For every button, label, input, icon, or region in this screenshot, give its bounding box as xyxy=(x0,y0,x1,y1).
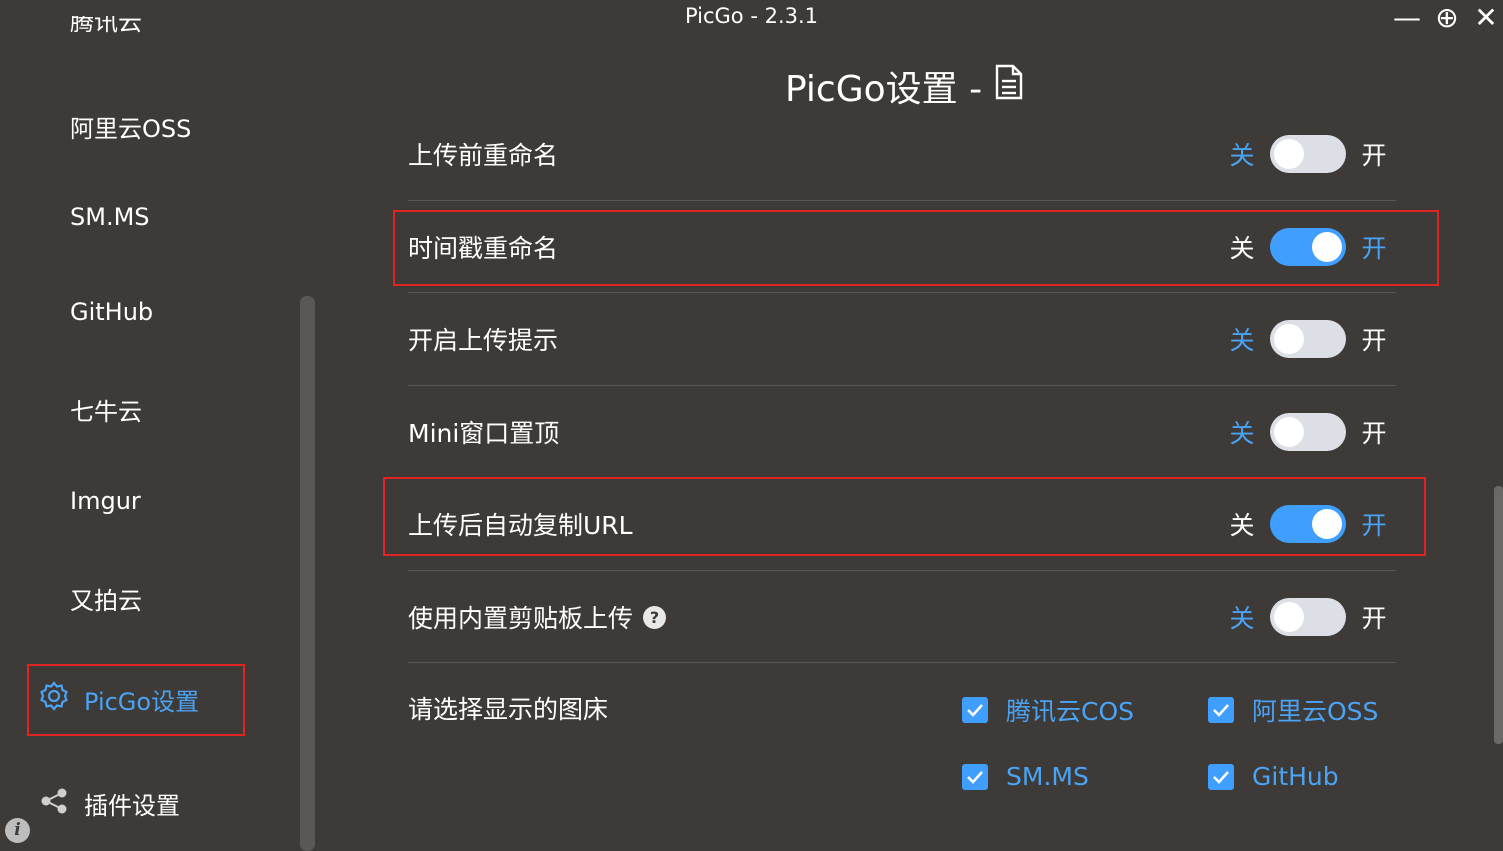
share-icon xyxy=(40,787,68,821)
toggle-knob xyxy=(1274,417,1304,447)
maximize-icon[interactable]: ⊕ xyxy=(1432,3,1462,33)
upload-notification-switch[interactable]: 关 开 xyxy=(1228,320,1388,358)
switch-off-label: 关 xyxy=(1229,604,1255,633)
toggle-knob xyxy=(1274,324,1304,354)
switch-off-label: 关 xyxy=(1229,326,1255,355)
document-icon[interactable] xyxy=(994,64,1024,109)
checkbox-checked[interactable] xyxy=(962,763,988,790)
sidebar-item-smms[interactable]: SM.MS xyxy=(70,203,150,231)
sidebar-item-label: 腾讯云 xyxy=(70,16,142,36)
setting-row-builtin-clipboard: 使用内置剪贴板上传 ? 关 开 xyxy=(408,571,1396,663)
sidebar-item-label: 插件设置 xyxy=(84,792,180,820)
setting-label: 上传前重命名 xyxy=(408,141,559,170)
toggle-knob xyxy=(1274,602,1304,632)
sidebar-item-picgo-settings[interactable]: PicGo设置 xyxy=(38,680,199,718)
switch-on-label: 开 xyxy=(1361,326,1387,355)
checkbox-label: GitHub xyxy=(1252,762,1339,791)
close-icon[interactable]: ✕ xyxy=(1471,3,1501,33)
sidebar-item-plugin-settings[interactable]: 插件设置 xyxy=(40,786,180,821)
builtin-clipboard-switch[interactable]: 关 开 xyxy=(1228,598,1388,636)
picbed-option-aliyun-oss[interactable]: 阿里云OSS xyxy=(1208,692,1378,728)
sidebar-item-upyun[interactable]: 又拍云 xyxy=(70,581,142,616)
setting-row-mini-window-top: Mini窗口置顶 关 开 xyxy=(408,386,1396,478)
checkbox-label: 阿里云OSS xyxy=(1252,697,1379,726)
info-icon[interactable]: i xyxy=(5,818,30,843)
toggle-switch[interactable] xyxy=(1270,598,1346,636)
highlight-box-auto-copy xyxy=(383,477,1426,556)
setting-row-rename-before-upload: 上传前重命名 关 开 xyxy=(408,108,1396,200)
page-title: PicGo设置 - xyxy=(785,60,1024,112)
checkbox-checked[interactable] xyxy=(1208,697,1234,723)
main-scrollbar[interactable] xyxy=(1494,486,1503,744)
toggle-switch[interactable] xyxy=(1270,320,1346,358)
rename-before-upload-switch[interactable]: 关 开 xyxy=(1228,135,1388,173)
setting-label-text: 使用内置剪贴板上传 xyxy=(408,604,634,633)
sidebar-item-aliyun[interactable]: 阿里云OSS xyxy=(70,109,191,144)
help-icon[interactable]: ? xyxy=(643,605,667,629)
picbed-option-github[interactable]: GitHub xyxy=(1208,762,1339,791)
switch-off-label: 关 xyxy=(1229,419,1255,448)
toggle-switch[interactable] xyxy=(1270,135,1346,173)
minimize-icon[interactable]: — xyxy=(1392,3,1422,33)
sidebar-item-label: PicGo设置 xyxy=(84,687,200,716)
sidebar: 腾讯云 阿里云OSS SM.MS GitHub 七牛云 Imgur 又拍云 Pi… xyxy=(0,0,318,851)
gear-icon xyxy=(38,680,70,718)
switch-on-label: 开 xyxy=(1361,141,1387,170)
sidebar-item-github[interactable]: GitHub xyxy=(70,298,153,326)
setting-label: 开启上传提示 xyxy=(408,326,559,355)
picbed-option-tencent-cos[interactable]: 腾讯云COS xyxy=(962,692,1134,728)
switch-on-label: 开 xyxy=(1361,604,1387,633)
app-window: PicGo - 2.3.1 — ⊕ ✕ 腾讯云 阿里云OSS SM.MS Git… xyxy=(0,0,1503,851)
setting-label: Mini窗口置顶 xyxy=(408,419,560,448)
checkbox-label: SM.MS xyxy=(1006,762,1089,791)
toggle-knob xyxy=(1274,139,1304,169)
sidebar-item-partial[interactable]: 腾讯云 xyxy=(70,16,142,44)
highlight-box-timestamp xyxy=(393,210,1439,286)
mini-window-top-switch[interactable]: 关 开 xyxy=(1228,413,1388,451)
sidebar-item-qiniu[interactable]: 七牛云 xyxy=(70,392,142,427)
setting-label: 使用内置剪贴板上传 ? xyxy=(408,599,667,635)
setting-row-upload-notification: 开启上传提示 关 开 xyxy=(408,293,1396,385)
toggle-switch[interactable] xyxy=(1270,413,1346,451)
checkbox-label: 腾讯云COS xyxy=(1006,697,1135,726)
switch-on-label: 开 xyxy=(1361,419,1387,448)
checkbox-checked[interactable] xyxy=(962,697,988,723)
checkbox-checked[interactable] xyxy=(1208,763,1234,790)
picbed-option-smms[interactable]: SM.MS xyxy=(962,762,1089,791)
switch-off-label: 关 xyxy=(1229,141,1255,170)
setting-label: 请选择显示的图床 xyxy=(408,695,609,724)
sidebar-scrollbar[interactable] xyxy=(300,296,315,851)
page-title-text: PicGo设置 - xyxy=(785,69,983,110)
sidebar-item-imgur[interactable]: Imgur xyxy=(70,487,141,515)
